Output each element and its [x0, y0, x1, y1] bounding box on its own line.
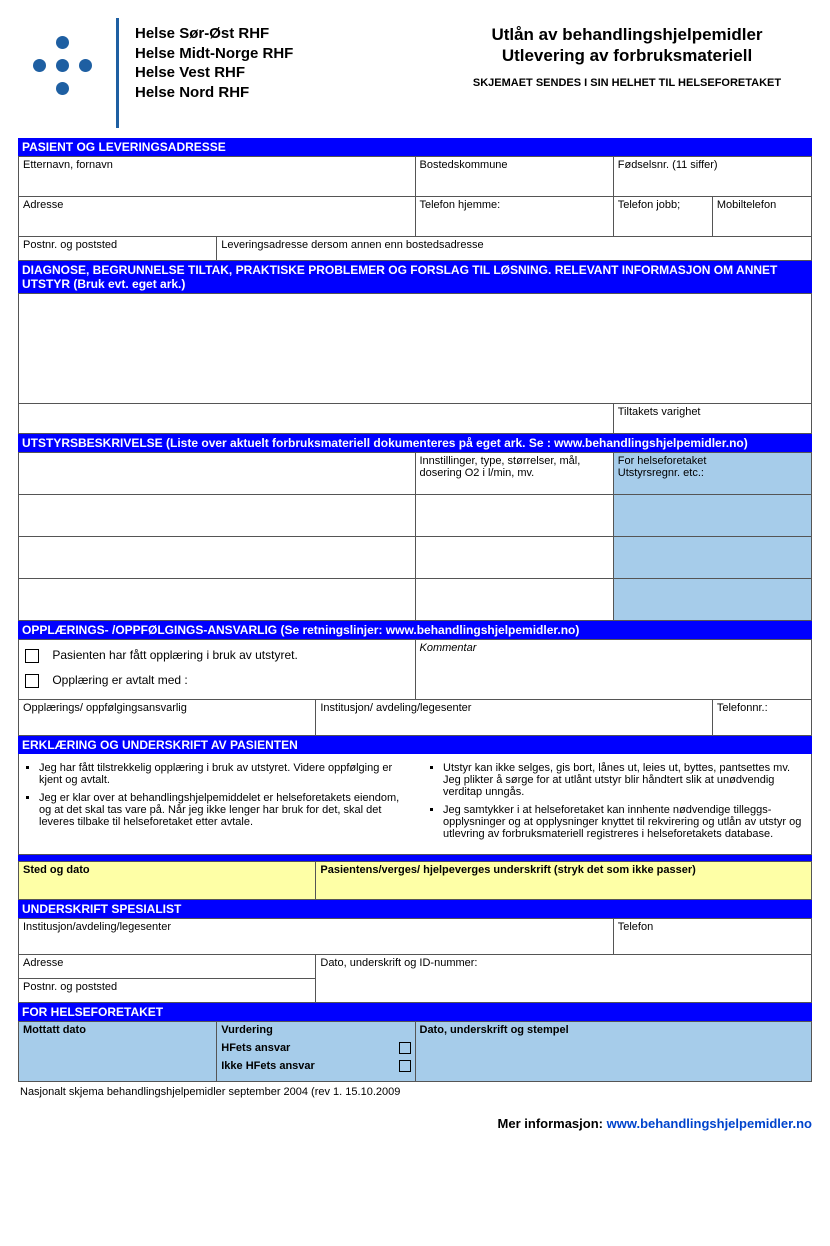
more-info: Mer informasjon: www.behandlingshjelpemi… — [18, 1116, 812, 1131]
cell-diagnose-main[interactable] — [19, 294, 812, 404]
erklaring-item-2: Jeg er klar over at behandlingshjelpemid… — [39, 792, 403, 828]
erklaring-item-4: Jeg samtykker i at helseforetaket kan in… — [443, 804, 807, 840]
table-sted-dato: Sted og dato Pasientens/verges/ hjelpeve… — [18, 861, 812, 900]
cell-leveringsadr[interactable]: Leveringsadresse dersom annen enn bosted… — [217, 237, 812, 261]
cell-bostedskommune[interactable]: Bostedskommune — [415, 157, 613, 197]
cell-mottatt-dato[interactable]: Mottatt dato — [19, 1022, 217, 1082]
cell-innstillinger-4[interactable] — [415, 579, 613, 621]
cell-adresse2[interactable]: Adresse — [19, 955, 316, 979]
cell-institusjon-avd[interactable]: Institusjon/ avdeling/legesenter — [316, 700, 713, 736]
cell-fodselsnr[interactable]: Fødselsnr. (11 siffer) — [613, 157, 811, 197]
cell-opplaeringsansvarlig[interactable]: Opplærings/ oppfølgingsansvarlig — [19, 700, 316, 736]
checkbox-hfets-ansvar[interactable] — [399, 1042, 411, 1054]
erklaring-body: Jeg har fått tilstrekkelig opplæring i b… — [18, 754, 812, 855]
checkbox-opplaering-faatt[interactable] — [25, 649, 39, 663]
org-1: Helse Sør-Øst RHF — [135, 24, 442, 44]
org-4: Helse Nord RHF — [135, 83, 442, 103]
cell-tlf-jobb[interactable]: Telefon jobb; — [613, 197, 712, 237]
label-hfets-ansvar: HFets ansvar — [221, 1042, 290, 1054]
form-title-block: Utlån av behandlingshjelpemidler Utlever… — [442, 18, 812, 89]
cell-dato-underskrift-stempel[interactable]: Dato, underskrift og stempel — [415, 1022, 812, 1082]
cell-sted-dato[interactable]: Sted og dato — [19, 862, 316, 900]
label-opplaering-faatt: Pasienten har fått opplæring i bruk av u… — [52, 648, 297, 662]
cell-telefon[interactable]: Telefon — [613, 919, 811, 955]
cell-for-helseforetaket-header: For helseforetaket Utstyrsregnr. etc.: — [613, 453, 811, 495]
header: Helse Sør-Øst RHF Helse Midt-Norge RHF H… — [18, 18, 812, 128]
label-ikke-hfets-ansvar: Ikke HFets ansvar — [221, 1060, 315, 1072]
table-helseforetaket: Mottatt dato Vurdering HFets ansvar Ikke… — [18, 1021, 812, 1082]
cell-tlf-hjemme[interactable]: Telefon hjemme: — [415, 197, 613, 237]
cell-dato-underskrift-id[interactable]: Dato, underskrift og ID-nummer: — [316, 955, 812, 1003]
table-utstyr: Innstillinger, type, størrelser, mål, do… — [18, 452, 812, 621]
cell-postnr2[interactable]: Postnr. og poststed — [19, 979, 316, 1003]
label-vurdering: Vurdering — [221, 1024, 410, 1036]
section-utstyr: UTSTYRSBESKRIVELSE (Liste over aktuelt f… — [18, 434, 812, 452]
cell-utstyr-desc-1[interactable] — [19, 453, 416, 495]
label-opplaering-avtalt: Opplæring er avtalt med : — [52, 673, 187, 687]
org-2: Helse Midt-Norge RHF — [135, 44, 442, 64]
checkbox-opplaering-avtalt[interactable] — [25, 674, 39, 688]
org-3: Helse Vest RHF — [135, 63, 442, 83]
cell-utstyr-desc-2[interactable] — [19, 495, 416, 537]
footer-note: Nasjonalt skjema behandlingshjelpemidler… — [18, 1086, 812, 1098]
section-erklaring: ERKLÆRING OG UNDERSKRIFT AV PASIENTEN — [18, 736, 812, 754]
more-info-label: Mer informasjon: — [498, 1116, 607, 1131]
section-underskrift: UNDERSKRIFT SPESIALIST — [18, 900, 812, 918]
header-divider — [116, 18, 119, 128]
table-opplaering: Pasienten har fått opplæring i bruk av u… — [18, 639, 812, 736]
cell-etternavn[interactable]: Etternavn, fornavn — [19, 157, 416, 197]
cell-mobil[interactable]: Mobiltelefon — [712, 197, 811, 237]
cell-diagnose-blank[interactable] — [19, 404, 614, 434]
checkbox-ikke-hfets-ansvar[interactable] — [399, 1060, 411, 1072]
cell-kommentar[interactable]: Kommentar — [415, 640, 812, 700]
cell-postnr[interactable]: Postnr. og poststed — [19, 237, 217, 261]
form-subtitle: SKJEMAET SENDES I SIN HELHET TIL HELSEFO… — [442, 77, 812, 89]
cell-hf-4[interactable] — [613, 579, 811, 621]
table-diagnose: Tiltakets varighet — [18, 293, 812, 434]
cell-hf-2[interactable] — [613, 495, 811, 537]
org-list: Helse Sør-Øst RHF Helse Midt-Norge RHF H… — [135, 18, 442, 102]
form-title-2: Utlevering av forbruksmateriell — [442, 45, 812, 66]
section-helseforetaket: FOR HELSEFORETAKET — [18, 1003, 812, 1021]
cell-hf-3[interactable] — [613, 537, 811, 579]
cell-innstillinger-2[interactable] — [415, 495, 613, 537]
cell-utstyr-desc-3[interactable] — [19, 537, 416, 579]
cell-innstillinger-header: Innstillinger, type, størrelser, mål, do… — [415, 453, 613, 495]
cell-adresse[interactable]: Adresse — [19, 197, 416, 237]
erklaring-item-3: Utstyr kan ikke selges, gis bort, lånes … — [443, 762, 807, 798]
section-diagnose: DIAGNOSE, BEGRUNNELSE TILTAK, PRAKTISKE … — [18, 261, 812, 293]
cell-opplaering-checks: Pasienten har fått opplæring i bruk av u… — [19, 640, 416, 700]
cell-telefonnr[interactable]: Telefonnr.: — [712, 700, 811, 736]
erklaring-item-1: Jeg har fått tilstrekkelig opplæring i b… — [39, 762, 403, 786]
cell-institusjon[interactable]: Institusjon/avdeling/legesenter — [19, 919, 614, 955]
section-opplaering: OPPLÆRINGS- /OPPFØLGINGS-ANSVARLIG (Se r… — [18, 621, 812, 639]
table-pasient: Etternavn, fornavn Bostedskommune Fødsel… — [18, 156, 812, 261]
cell-tiltakets-varighet[interactable]: Tiltakets varighet — [613, 404, 811, 434]
logo — [18, 18, 108, 96]
form-title-1: Utlån av behandlingshjelpemidler — [442, 24, 812, 45]
table-underskrift: Institusjon/avdeling/legesenter Telefon … — [18, 918, 812, 1003]
cell-utstyr-desc-4[interactable] — [19, 579, 416, 621]
cell-innstillinger-3[interactable] — [415, 537, 613, 579]
section-pasient: PASIENT OG LEVERINGSADRESSE — [18, 138, 812, 156]
cell-pasient-underskrift[interactable]: Pasientens/verges/ hjelpeverges underskr… — [316, 862, 812, 900]
more-info-link[interactable]: www.behandlingshjelpemidler.no — [607, 1116, 812, 1131]
cell-vurdering: Vurdering HFets ansvar Ikke HFets ansvar — [217, 1022, 415, 1082]
